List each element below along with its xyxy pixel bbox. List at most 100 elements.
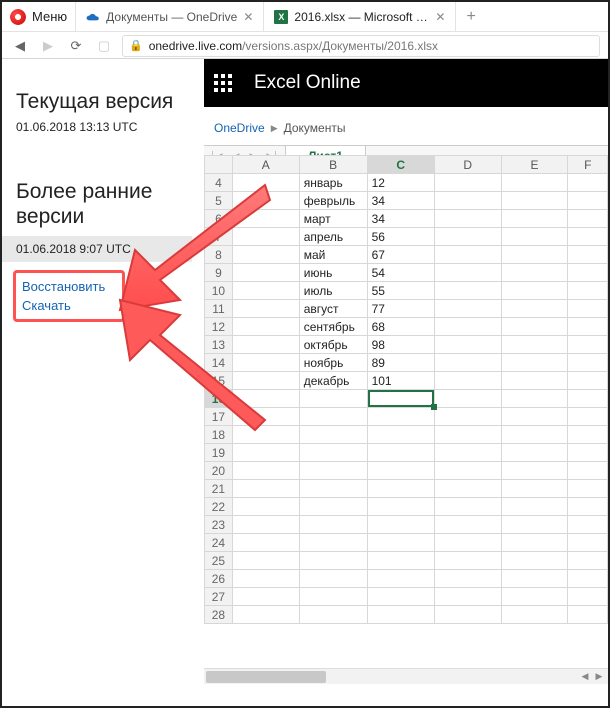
cell[interactable] xyxy=(232,390,299,408)
cell[interactable] xyxy=(232,498,299,516)
cell[interactable] xyxy=(434,318,501,336)
cell[interactable] xyxy=(501,264,568,282)
cell[interactable]: 98 xyxy=(367,336,434,354)
cell[interactable] xyxy=(501,462,568,480)
cell[interactable] xyxy=(501,318,568,336)
cell[interactable] xyxy=(434,300,501,318)
row-header[interactable]: 10 xyxy=(205,282,233,300)
row-header[interactable]: 23 xyxy=(205,516,233,534)
cell[interactable]: май xyxy=(299,246,367,264)
cell[interactable]: 34 xyxy=(367,192,434,210)
download-link[interactable]: Скачать xyxy=(22,296,116,315)
cell[interactable] xyxy=(232,372,299,390)
close-icon[interactable]: ✕ xyxy=(243,10,253,24)
cell[interactable]: 54 xyxy=(367,264,434,282)
cell[interactable] xyxy=(568,318,608,336)
row-header[interactable]: 22 xyxy=(205,498,233,516)
cell[interactable]: апрель xyxy=(299,228,367,246)
column-header[interactable]: F xyxy=(568,156,608,174)
cell[interactable] xyxy=(299,498,367,516)
cell[interactable] xyxy=(232,426,299,444)
cell[interactable] xyxy=(367,606,434,624)
cell[interactable] xyxy=(568,336,608,354)
cell[interactable] xyxy=(434,390,501,408)
cell[interactable] xyxy=(434,534,501,552)
cell[interactable] xyxy=(434,498,501,516)
cell[interactable] xyxy=(299,552,367,570)
cell[interactable]: июнь xyxy=(299,264,367,282)
cell[interactable] xyxy=(232,300,299,318)
cell[interactable] xyxy=(568,534,608,552)
row-header[interactable]: 16 xyxy=(205,390,233,408)
cell[interactable] xyxy=(501,408,568,426)
cell[interactable] xyxy=(232,228,299,246)
new-tab-button[interactable]: + xyxy=(456,2,485,31)
cell[interactable] xyxy=(232,444,299,462)
column-header[interactable]: D xyxy=(434,156,501,174)
cell[interactable] xyxy=(568,552,608,570)
cell[interactable] xyxy=(232,552,299,570)
row-header[interactable]: 25 xyxy=(205,552,233,570)
home-button[interactable]: ▢ xyxy=(94,36,114,56)
cell[interactable] xyxy=(568,246,608,264)
cell[interactable]: ноябрь xyxy=(299,354,367,372)
cell[interactable] xyxy=(434,570,501,588)
cell[interactable] xyxy=(568,354,608,372)
cell[interactable]: 12 xyxy=(367,174,434,192)
cell[interactable] xyxy=(367,426,434,444)
cell[interactable] xyxy=(299,534,367,552)
row-header[interactable]: 5 xyxy=(205,192,233,210)
cell[interactable] xyxy=(232,354,299,372)
cell[interactable]: август xyxy=(299,300,367,318)
cell[interactable]: 89 xyxy=(367,354,434,372)
cell[interactable] xyxy=(232,174,299,192)
row-header[interactable]: 19 xyxy=(205,444,233,462)
cell[interactable]: июль xyxy=(299,282,367,300)
cell[interactable] xyxy=(568,282,608,300)
row-header[interactable]: 14 xyxy=(205,354,233,372)
cell[interactable] xyxy=(501,444,568,462)
row-header[interactable]: 20 xyxy=(205,462,233,480)
row-header[interactable]: 27 xyxy=(205,588,233,606)
tab-excel[interactable]: X 2016.xlsx — Microsoft Exc ✕ xyxy=(264,2,456,31)
cell[interactable] xyxy=(232,264,299,282)
older-version-row[interactable]: 01.06.2018 9:07 UTC xyxy=(2,236,192,262)
cell[interactable] xyxy=(232,534,299,552)
cell[interactable] xyxy=(299,606,367,624)
cell[interactable] xyxy=(299,390,367,408)
cell[interactable] xyxy=(434,408,501,426)
cell[interactable] xyxy=(434,606,501,624)
cell[interactable] xyxy=(568,372,608,390)
cell[interactable]: 55 xyxy=(367,282,434,300)
cell[interactable] xyxy=(434,192,501,210)
cell[interactable]: январь xyxy=(299,174,367,192)
restore-link[interactable]: Восстановить xyxy=(22,277,116,296)
cell[interactable] xyxy=(367,444,434,462)
row-header[interactable]: 9 xyxy=(205,264,233,282)
cell[interactable] xyxy=(568,390,608,408)
row-header[interactable]: 26 xyxy=(205,570,233,588)
cell[interactable] xyxy=(568,300,608,318)
cell[interactable] xyxy=(299,588,367,606)
cell[interactable] xyxy=(434,228,501,246)
cell[interactable] xyxy=(434,282,501,300)
cell[interactable]: 34 xyxy=(367,210,434,228)
cell[interactable] xyxy=(367,390,434,408)
cell[interactable] xyxy=(232,606,299,624)
cell[interactable] xyxy=(434,354,501,372)
cell[interactable] xyxy=(232,462,299,480)
cell[interactable] xyxy=(501,354,568,372)
cell[interactable] xyxy=(367,480,434,498)
cell[interactable] xyxy=(568,444,608,462)
row-header[interactable]: 21 xyxy=(205,480,233,498)
cell[interactable] xyxy=(434,246,501,264)
browser-menu-button[interactable]: Меню xyxy=(2,2,76,31)
cell[interactable] xyxy=(299,462,367,480)
cell[interactable] xyxy=(568,516,608,534)
cell[interactable] xyxy=(232,210,299,228)
cell[interactable] xyxy=(568,588,608,606)
cell[interactable] xyxy=(568,192,608,210)
cell[interactable]: октябрь xyxy=(299,336,367,354)
cell[interactable] xyxy=(367,408,434,426)
row-header[interactable]: 12 xyxy=(205,318,233,336)
